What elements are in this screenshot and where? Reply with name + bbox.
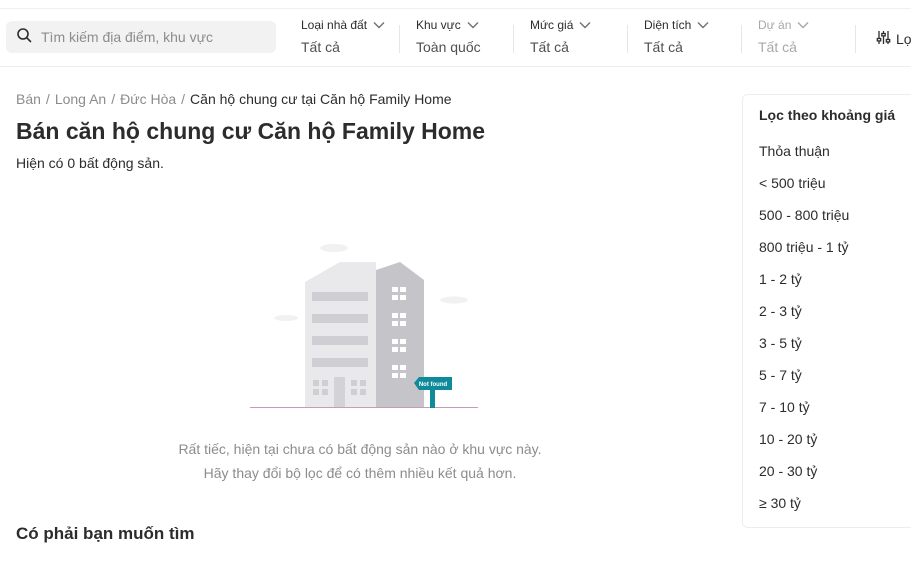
divider [399, 25, 400, 53]
search-box[interactable] [6, 21, 276, 53]
price-range-item[interactable]: 2 - 3 tỷ [759, 303, 849, 335]
price-range-item[interactable]: 5 - 7 tỷ [759, 367, 849, 399]
filter-value: Tất cả [530, 39, 569, 55]
divider [627, 25, 628, 53]
price-range-item[interactable]: ≥ 30 tỷ [759, 495, 849, 527]
price-range-item[interactable]: < 500 triệu [759, 175, 849, 207]
filter-value: Tất cả [301, 39, 340, 55]
filter-price[interactable]: Mức giá Tất cả [530, 17, 591, 59]
price-range-item[interactable]: 3 - 5 tỷ [759, 335, 849, 367]
breadcrumb: Bán / Long An / Đức Hòa / Căn hộ chung cư tại … [16, 91, 452, 107]
chevron-down-icon [573, 18, 591, 32]
search-input[interactable] [41, 29, 261, 45]
divider [0, 8, 911, 9]
result-count: Hiện có 0 bất động sản. [16, 155, 164, 171]
price-range-item[interactable]: Thỏa thuận [759, 143, 849, 175]
filter-value: Tất cả [644, 39, 683, 55]
price-range-item[interactable]: 20 - 30 tỷ [759, 463, 849, 495]
filter-value: Tất cả [758, 39, 797, 55]
chevron-down-icon [461, 18, 479, 32]
divider [741, 25, 742, 53]
filter-property-type[interactable]: Loại nhà đất Tất cả [301, 17, 385, 59]
price-range-item[interactable]: 800 triệu - 1 tỷ [759, 239, 849, 271]
filter-label: Dự án [758, 18, 792, 32]
breadcrumb-link[interactable]: Long An [55, 91, 106, 107]
filter-value: Toàn quốc [416, 39, 481, 55]
filter-label: Loại nhà đất [301, 18, 368, 32]
divider [513, 25, 514, 53]
empty-state-line: Rất tiếc, hiện tại chưa có bất động sản … [178, 441, 542, 457]
price-range-list: Thỏa thuận < 500 triệu 500 - 800 triệu 8… [759, 143, 849, 527]
breadcrumb-link[interactable]: Đức Hòa [120, 91, 176, 107]
suggestion-heading: Có phải bạn muốn tìm [16, 524, 195, 543]
sliders-icon [876, 30, 896, 48]
chevron-down-icon [691, 18, 709, 32]
not-found-badge: Not found [419, 382, 448, 388]
filter-size[interactable]: Diện tích Tất cả [644, 17, 709, 59]
filter-area[interactable]: Khu vực Toàn quốc [416, 17, 481, 59]
filter-project[interactable]: Dự án Tất cả [758, 17, 809, 59]
building-not-found-illustration: Not found [248, 240, 480, 412]
empty-state-line: Hãy thay đổi bộ lọc để có thêm nhiều kết… [203, 465, 517, 481]
price-range-item[interactable]: 7 - 10 tỷ [759, 399, 849, 431]
breadcrumb-current: Căn hộ chung cư tại Căn hộ Family Home [190, 91, 452, 107]
divider [855, 25, 856, 53]
filter-button[interactable]: Lọc [876, 30, 911, 48]
filter-label: Khu vực [416, 18, 461, 32]
chevron-down-icon [791, 18, 809, 32]
filter-button-label: Lọc [896, 31, 911, 47]
breadcrumb-link[interactable]: Bán [16, 91, 41, 107]
chevron-down-icon [367, 18, 385, 32]
filter-bar: Loại nhà đất Tất cả Khu vực Toàn quốc Mứ… [0, 0, 911, 67]
price-range-item[interactable]: 500 - 800 triệu [759, 207, 849, 239]
filter-label: Diện tích [644, 18, 692, 32]
search-icon [16, 27, 32, 48]
price-range-item[interactable]: 1 - 2 tỷ [759, 271, 849, 303]
page-title: Bán căn hộ chung cư Căn hộ Family Home [16, 118, 486, 144]
empty-state-message: Rất tiếc, hiện tại chưa có bất động sản … [120, 437, 600, 485]
filter-label: Mức giá [530, 18, 574, 32]
price-filter-panel: Lọc theo khoảng giá Thỏa thuận < 500 tri… [742, 94, 911, 528]
price-range-item[interactable]: 10 - 20 tỷ [759, 431, 849, 463]
price-panel-title: Lọc theo khoảng giá [759, 107, 896, 123]
